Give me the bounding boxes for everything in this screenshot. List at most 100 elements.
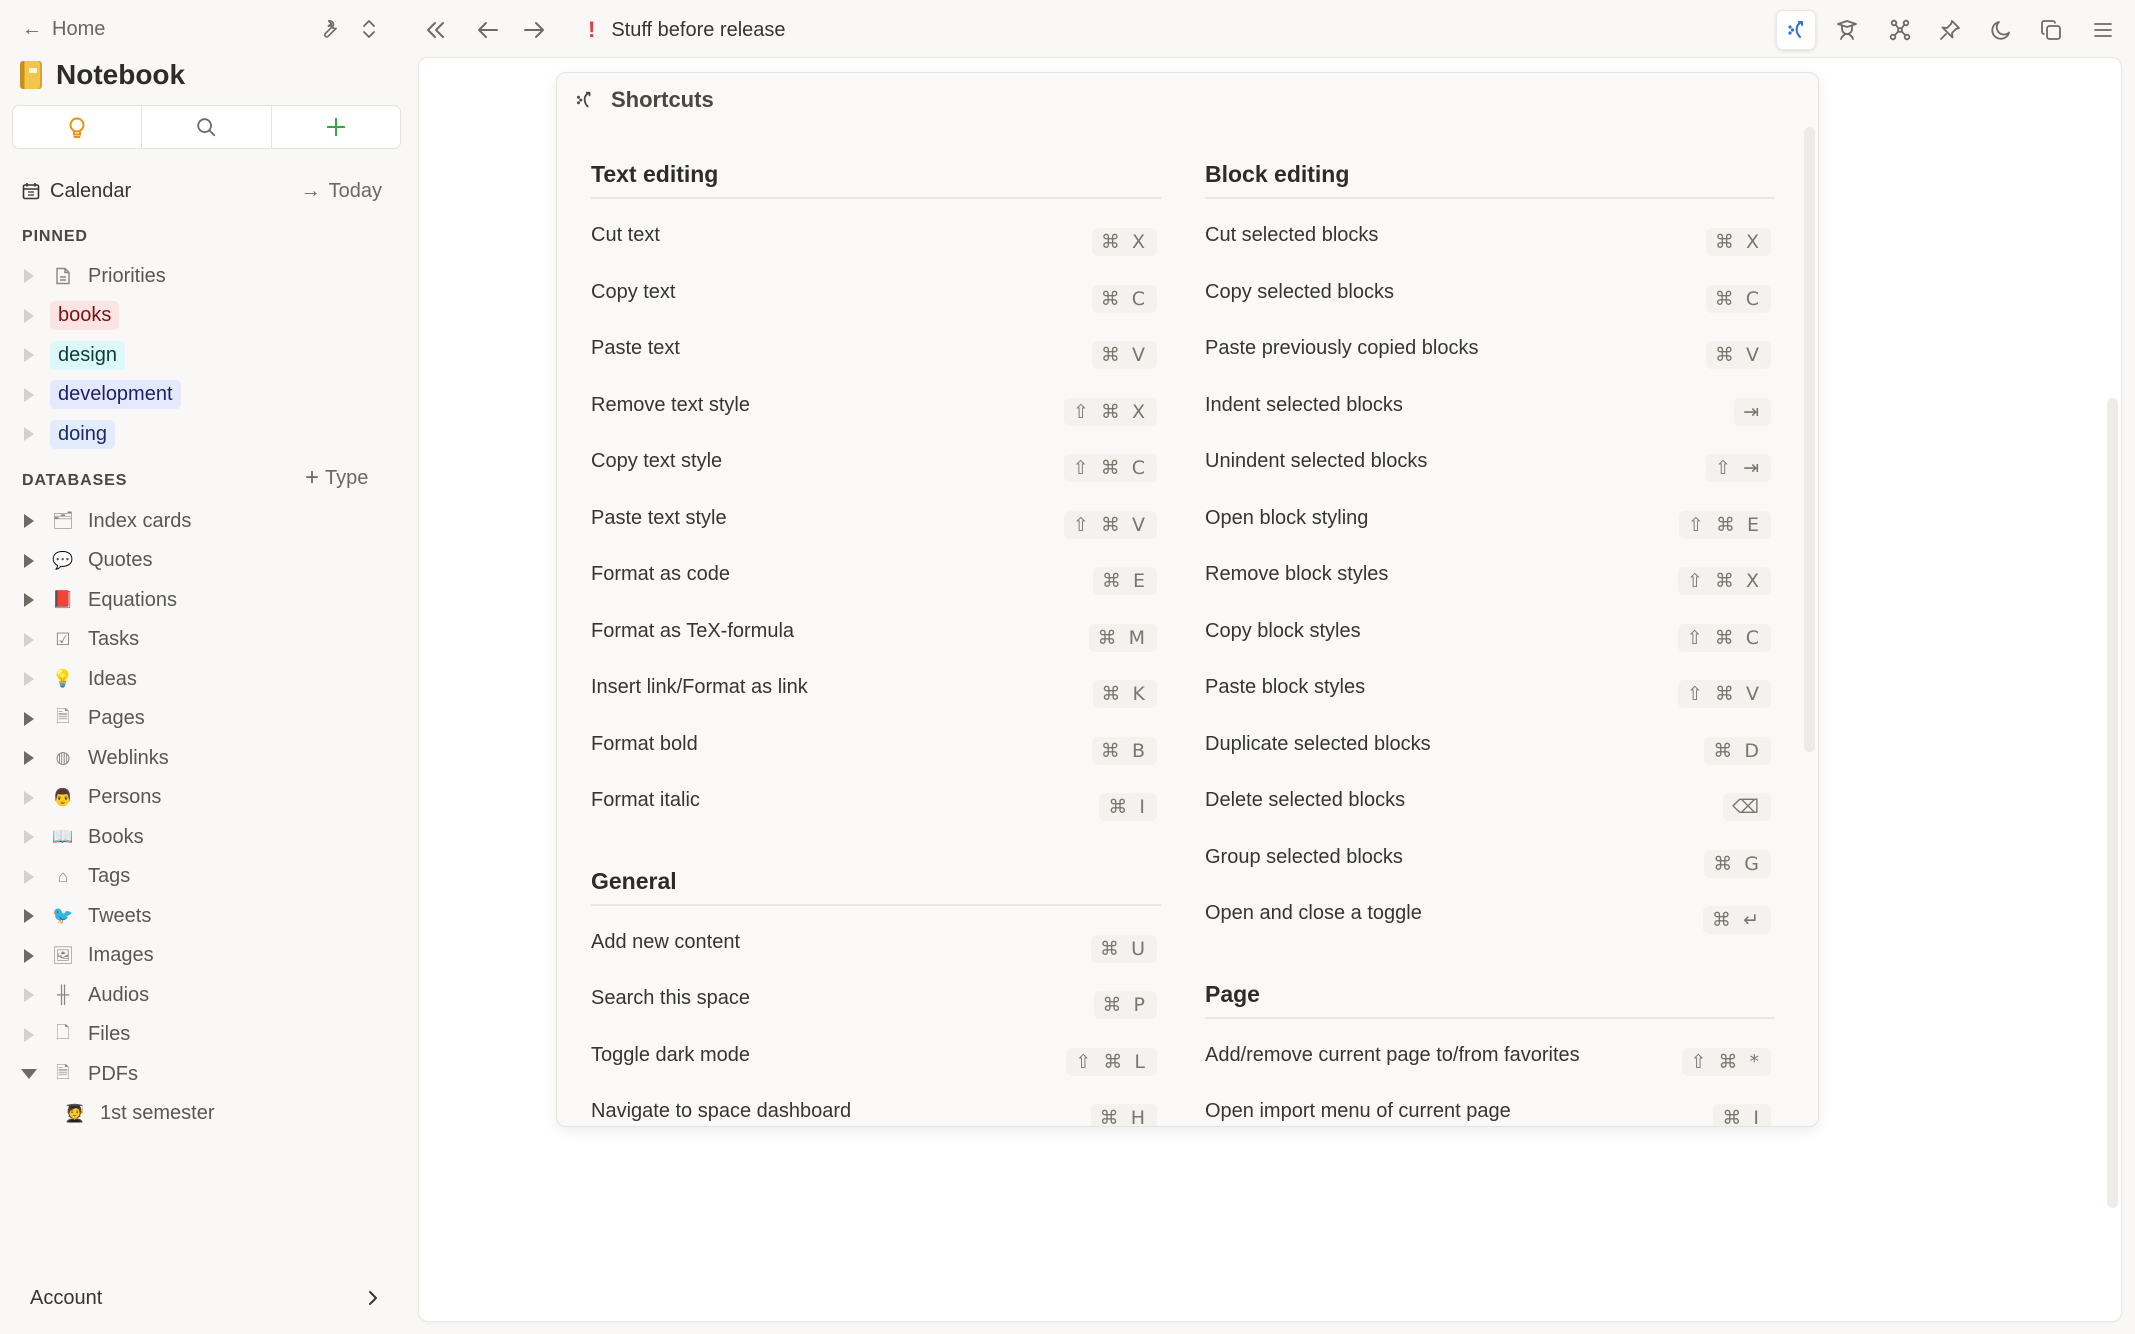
expand-caret[interactable]	[22, 513, 36, 529]
database-item-label: Quotes	[88, 549, 153, 571]
dark-mode-button[interactable]	[1981, 10, 2021, 50]
graph-view-button[interactable]	[1880, 10, 1920, 50]
pinned-item-development[interactable]: development	[22, 378, 181, 412]
shortcut-keys: ⇧ ⌘ E	[1678, 510, 1771, 539]
expand-caret[interactable]	[22, 268, 36, 284]
expand-caret[interactable]	[22, 387, 36, 403]
shortcut-label: Cut selected blocks	[1205, 224, 1379, 246]
expand-caret[interactable]	[22, 869, 36, 885]
shortcut-keys: ⌘ I	[1099, 793, 1157, 821]
expand-caret[interactable]	[22, 948, 36, 964]
shortcut-row: Remove text style ⇧ ⌘ X	[591, 390, 1161, 430]
database-item-ideas[interactable]: 💡 Ideas	[22, 662, 137, 696]
database-item-pages[interactable]: 🗎 Pages	[22, 702, 145, 736]
pinned-item-books[interactable]: books	[22, 299, 120, 333]
shortcut-row: Paste text ⌘ V	[591, 333, 1161, 373]
shortcut-row: Copy selected blocks ⌘ C	[1205, 277, 1775, 317]
expand-caret[interactable]	[22, 987, 36, 1003]
caret-right-icon	[24, 869, 34, 884]
switch-space-button[interactable]	[354, 14, 384, 44]
shortcut-keys: ⌘ C	[1091, 284, 1157, 313]
database-item-label: Files	[88, 1023, 131, 1045]
settings-wrench-button[interactable]	[314, 14, 344, 44]
database-item-index-cards[interactable]: 🗂 Index cards	[22, 504, 191, 538]
forward-button[interactable]	[518, 14, 550, 46]
shortcut-label: Paste block styles	[1205, 676, 1366, 698]
duplicate-window-button[interactable]	[2031, 10, 2071, 50]
pin-icon	[1940, 20, 1960, 40]
shortcut-row: Unindent selected blocks ⇧ ⇥	[1205, 446, 1775, 486]
pinned-item-design[interactable]: design	[22, 338, 125, 372]
shortcut-row: Format italic ⌘ I	[591, 785, 1161, 825]
database-item-quotes[interactable]: 💬 Quotes	[22, 544, 152, 578]
add-type-button[interactable]: + Type	[305, 466, 368, 490]
globe-icon: ◍	[55, 748, 71, 767]
database-item-images[interactable]: 🖼 Images	[22, 939, 154, 973]
account-button[interactable]: Account	[30, 1282, 380, 1314]
shortcuts-scrollbar[interactable]	[1804, 127, 1815, 752]
database-item-tags[interactable]: ⌂ Tags	[22, 860, 130, 894]
shortcut-row: Open block styling ⇧ ⌘ E	[1205, 503, 1775, 543]
notebook-icon	[20, 61, 42, 89]
database-item-files[interactable]: 🗋 Files	[22, 1018, 130, 1052]
database-item-label: Pages	[88, 707, 145, 729]
expand-caret[interactable]	[22, 908, 36, 924]
shortcut-row: Open and close a toggle ⌘ ↵	[1205, 898, 1775, 938]
database-item-weblinks[interactable]: ◍ Weblinks	[22, 741, 169, 775]
pin-button[interactable]	[1930, 10, 1970, 50]
shortcut-keys: ⌘ E	[1092, 567, 1157, 595]
database-item-tasks[interactable]: ☑ Tasks	[22, 623, 139, 657]
breadcrumb[interactable]: ! Stuff before release	[588, 14, 786, 46]
expand-caret[interactable]	[22, 1027, 36, 1043]
back-button[interactable]	[472, 14, 504, 46]
workspace-title[interactable]: Notebook	[20, 55, 185, 95]
expand-caret[interactable]	[22, 553, 36, 569]
pdf-child-item[interactable]: 🧑‍🎓 1st semester	[62, 1097, 214, 1131]
expand-caret[interactable]	[22, 790, 36, 806]
expand-caret[interactable]	[22, 711, 36, 727]
database-item-pdfs[interactable]: 🗎 PDFs	[21, 1057, 138, 1091]
expand-caret[interactable]	[22, 671, 36, 687]
today-link[interactable]: → Today	[301, 180, 382, 203]
workspace-title-text: Notebook	[56, 59, 186, 90]
shortcuts-panel: Shortcuts Text editing Cut text ⌘ X Copy te…	[556, 72, 1819, 1127]
expand-caret[interactable]	[22, 426, 36, 442]
pinned-item-priorities[interactable]: Priorities	[22, 259, 166, 293]
expand-caret[interactable]	[21, 1066, 37, 1082]
search-tab[interactable]	[141, 106, 270, 148]
shortcut-label: Remove block styles	[1205, 563, 1389, 585]
database-item-persons[interactable]: 👨 Persons	[22, 781, 161, 815]
expand-caret[interactable]	[22, 750, 36, 766]
expand-caret[interactable]	[22, 829, 36, 845]
database-item-audios[interactable]: ╫ Audios	[22, 978, 149, 1012]
shortcut-label: Cut text	[591, 224, 660, 246]
caret-right-icon	[24, 632, 34, 647]
database-item-label: Images	[88, 944, 154, 966]
expand-caret[interactable]	[22, 632, 36, 648]
graph-nodes-icon	[1889, 19, 1911, 41]
pinned-item-doing[interactable]: doing	[22, 417, 115, 451]
menu-button[interactable]	[2083, 10, 2123, 50]
caret-right-icon	[24, 553, 34, 568]
ideas-tab[interactable]	[13, 106, 141, 148]
shortcuts-button[interactable]	[1776, 10, 1816, 50]
shortcut-label: Add/remove current page to/from favorite…	[1205, 1043, 1580, 1066]
expand-caret[interactable]	[22, 308, 36, 324]
database-item-books[interactable]: 📖 Books	[22, 820, 144, 854]
shortcut-keys: ⌘ U	[1091, 934, 1157, 963]
shortcut-label: Format as code	[591, 563, 730, 585]
database-item-tweets[interactable]: 🐦 Tweets	[22, 899, 151, 933]
learn-button[interactable]	[1827, 10, 1867, 50]
calendar-link[interactable]: Calendar	[22, 180, 131, 203]
add-content-tab[interactable]	[270, 106, 400, 148]
pdf-child-label: 1st semester	[100, 1102, 215, 1124]
database-item-label: Index cards	[88, 509, 192, 532]
expand-caret[interactable]	[22, 347, 36, 363]
home-link[interactable]: ← Home	[22, 14, 105, 44]
calendar-row: Calendar → Today	[22, 175, 382, 207]
collapse-sidebar-button[interactable]	[420, 14, 452, 46]
database-item-equations[interactable]: 📕 Equations	[22, 583, 177, 617]
expand-caret[interactable]	[22, 592, 36, 608]
image-icon: 🖼	[52, 945, 74, 965]
main-scrollbar[interactable]	[2107, 398, 2118, 1208]
